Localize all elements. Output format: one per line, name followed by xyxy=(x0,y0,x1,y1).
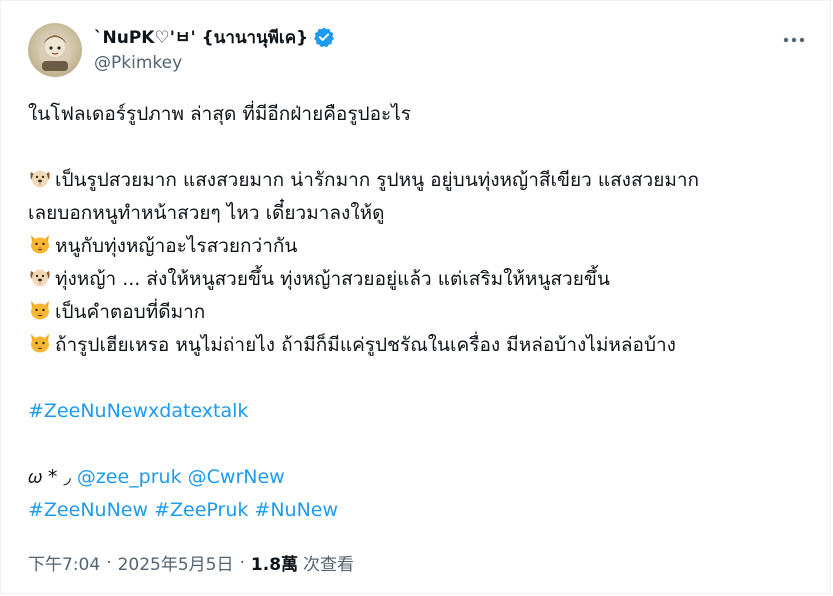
tweet-line: เป็นคำตอบที่ดีมาก xyxy=(28,296,818,329)
more-options-button[interactable] xyxy=(778,27,810,53)
cat-face-icon xyxy=(28,298,52,322)
tweet-meta: 下午7:04 · 2025年5月5日 · 1.8萬 次查看 xyxy=(28,550,355,576)
display-name[interactable]: `NuPK♡'ㅂ' {นานานุพีเค} xyxy=(94,23,308,51)
verified-badge-icon xyxy=(313,26,335,48)
avatar-image xyxy=(39,35,71,71)
dog-face-icon xyxy=(28,265,52,289)
cat-face-icon xyxy=(28,331,52,355)
meta-separator: · xyxy=(239,552,245,573)
tweet-date[interactable]: 2025年5月5日 xyxy=(118,550,234,575)
tweet-line-text: ทุ่งหญ้า ... ส่งให้หนูสวยขึ้น ทุ่งหญ้าสว… xyxy=(55,268,610,290)
mention-link[interactable]: @CwrNew xyxy=(188,466,285,488)
dog-face-icon xyxy=(28,166,52,190)
avatar[interactable] xyxy=(28,23,82,77)
tweet-line-text: หนูกับทุ่งหญ้าอะไรสวยกว่ากัน xyxy=(55,235,298,257)
tweet-intro: ในโฟลเดอร์รูปภาพ ล่าสุด ที่มีอีกฝ่ายคือร… xyxy=(28,103,411,125)
more-dots-icon xyxy=(783,37,805,43)
hashtag-link[interactable]: #ZeePruk xyxy=(154,499,248,521)
hashtag-line: #ZeeNuNewxdatextalk xyxy=(28,395,818,428)
meta-separator: · xyxy=(106,552,112,573)
tweet-header: `NuPK♡'ㅂ' {นานานุพีเค} @Pkimkey xyxy=(28,23,808,79)
views-label: 次查看 xyxy=(303,555,355,575)
mention-link[interactable]: @zee_pruk xyxy=(77,466,182,488)
tweet-line: เลยบอกหนูทำหน้าสวยๆ ไหว เดี๋ยวมาลงให้ดู xyxy=(28,197,818,230)
tweet-line: เป็นรูปสวยมาก แสงสวยมาก น่ารักมาก รูปหนู… xyxy=(28,164,818,197)
hashtag-link[interactable]: #ZeeNuNew xyxy=(28,499,148,521)
tweet-time[interactable]: 下午7:04 xyxy=(28,550,100,575)
mention-line: 𝜔 * ◞ @zee_pruk @CwrNew xyxy=(28,461,818,494)
tweet-line-text: เป็นคำตอบที่ดีมาก xyxy=(55,301,206,323)
tweet-line-text: เลยบอกหนูทำหน้าสวยๆ ไหว เดี๋ยวมาลงให้ดู xyxy=(28,202,385,224)
hashtag-link[interactable]: #ZeeNuNewxdatextalk xyxy=(28,400,248,422)
tweet-line: หนูกับทุ่งหญ้าอะไรสวยกว่ากัน xyxy=(28,230,818,263)
mention-prefix: 𝜔 * ◞ xyxy=(28,466,71,488)
tweet-line: ถ้ารูปเฮียเหรอ หนูไม่ถ่ายไง ถ้ามีก็มีแค่… xyxy=(28,329,818,362)
cat-face-icon xyxy=(28,232,52,256)
tweet-card: `NuPK♡'ㅂ' {นานานุพีเค} @Pkimkey ในโฟลเดอ… xyxy=(0,0,831,594)
name-row: `NuPK♡'ㅂ' {นานานุพีเค} xyxy=(94,24,335,50)
hashtags-line: #ZeeNuNew #ZeePruk #NuNew xyxy=(28,494,818,527)
tweet-line: ทุ่งหญ้า ... ส่งให้หนูสวยขึ้น ทุ่งหญ้าสว… xyxy=(28,263,818,296)
user-handle[interactable]: @Pkimkey xyxy=(94,53,182,73)
tweet-line-text: ถ้ารูปเฮียเหรอ หนูไม่ถ่ายไง ถ้ามีก็มีแค่… xyxy=(55,334,676,356)
tweet-line-text: เป็นรูปสวยมาก แสงสวยมาก น่ารักมาก รูปหนู… xyxy=(55,169,700,191)
hashtag-link[interactable]: #NuNew xyxy=(254,499,338,521)
views-count: 1.8萬 xyxy=(250,555,299,575)
tweet-body: ในโฟลเดอร์รูปภาพ ล่าสุด ที่มีอีกฝ่ายคือร… xyxy=(28,98,818,527)
